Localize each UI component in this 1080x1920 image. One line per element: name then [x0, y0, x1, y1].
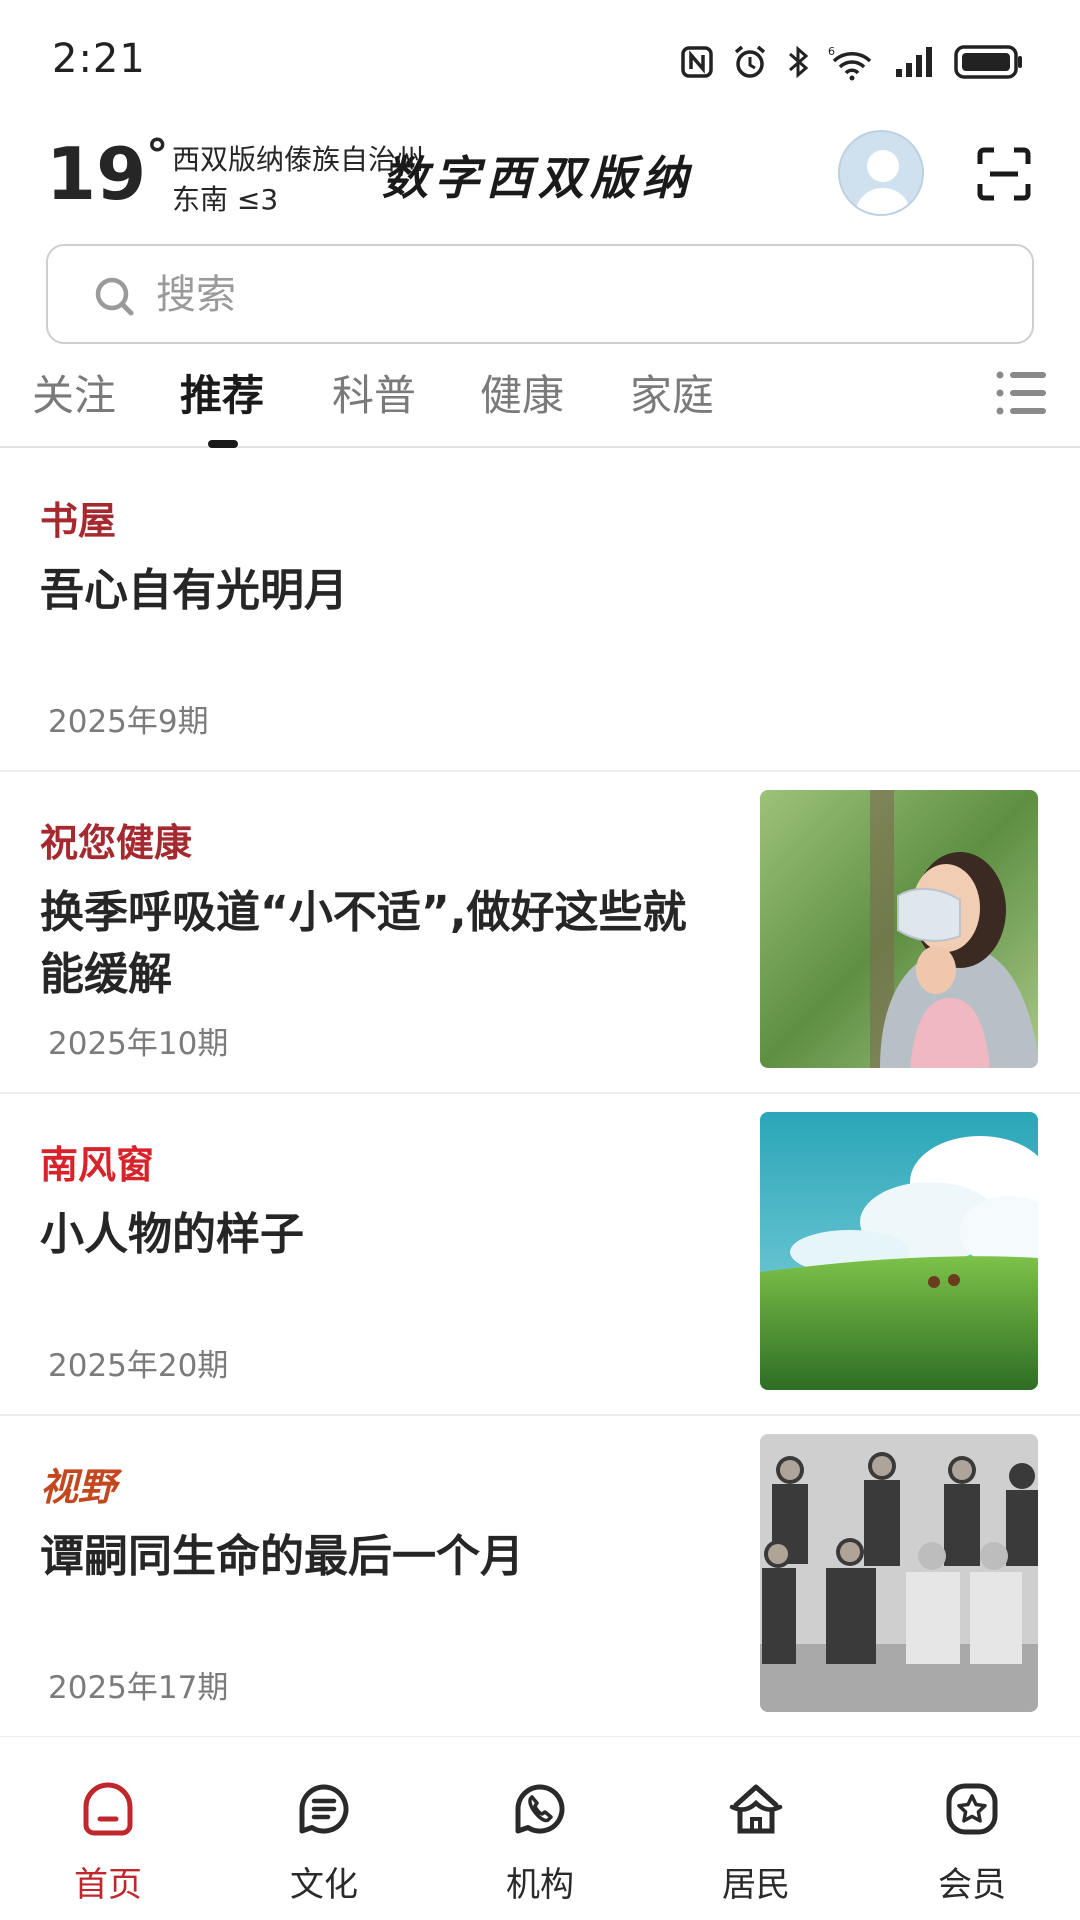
article-title: 谭嗣同生命的最后一个月	[40, 1531, 524, 1582]
nav-home[interactable]: 首页	[0, 1737, 216, 1920]
wifi-6-icon: 6	[828, 43, 876, 81]
tab-science[interactable]: 科普	[332, 362, 416, 423]
list-item[interactable]: 南风窗 小人物的样子 2025年20期	[0, 1094, 1080, 1416]
tab-recommend[interactable]: 推荐	[180, 362, 264, 423]
alarm-icon	[732, 44, 768, 80]
category-tabs: 关注 推荐 科普 健康 家庭	[0, 356, 1080, 448]
bluetooth-icon	[786, 44, 810, 80]
nav-culture[interactable]: 文化	[216, 1737, 432, 1920]
weather-wind: 东南 ≤3	[172, 183, 279, 216]
article-source: 南风窗	[40, 1142, 155, 1187]
article-thumbnail	[760, 1112, 1038, 1390]
article-title: 吾心自有光明月	[40, 565, 348, 616]
weather-temperature[interactable]: 19°	[46, 134, 168, 211]
article-issue: 2025年20期	[48, 1348, 229, 1384]
nav-member[interactable]: 会员	[864, 1737, 1080, 1920]
home-icon	[78, 1779, 138, 1839]
degree-symbol: °	[146, 130, 169, 181]
nav-institution[interactable]: 机构	[432, 1737, 648, 1920]
list-menu-icon[interactable]	[996, 370, 1048, 416]
list-item[interactable]: 书屋 吾心自有光明月 2025年9期	[0, 450, 1080, 772]
tab-health[interactable]: 健康	[480, 362, 564, 423]
member-star-icon	[942, 1779, 1002, 1839]
app-screen: 2:21 6 19° 西双版纳傣族自治州 东南 ≤3 数字西双版纳 搜索 关注 …	[0, 0, 1080, 1920]
article-thumbnail	[760, 1434, 1038, 1712]
nav-label: 会员	[938, 1865, 1006, 1905]
bottom-navigation: 首页 文化 机构 居民 会员	[0, 1736, 1080, 1920]
scan-icon[interactable]	[976, 146, 1032, 202]
culture-icon	[294, 1779, 354, 1839]
nav-label: 机构	[506, 1865, 574, 1905]
nav-label: 文化	[290, 1865, 358, 1905]
article-feed: 书屋 吾心自有光明月 2025年9期 祝您健康 换季呼吸道“小不适”,做好这些就…	[0, 450, 1080, 1738]
phone-icon	[510, 1779, 570, 1839]
nav-residents[interactable]: 居民	[648, 1737, 864, 1920]
status-time: 2:21	[52, 36, 146, 82]
article-issue: 2025年17期	[48, 1670, 229, 1706]
status-bar: 2:21 6	[0, 0, 1080, 120]
nfc-icon	[680, 45, 714, 79]
article-source: 视野	[40, 1464, 117, 1509]
svg-text:6: 6	[828, 45, 835, 58]
nav-label: 首页	[74, 1865, 142, 1905]
nav-label: 居民	[722, 1865, 790, 1905]
residents-icon	[726, 1779, 786, 1839]
tab-follow[interactable]: 关注	[32, 362, 116, 423]
app-logo: 数字西双版纳	[382, 151, 694, 205]
article-source: 祝您健康	[40, 820, 193, 865]
article-issue: 2025年10期	[48, 1026, 229, 1062]
search-input[interactable]	[156, 264, 976, 326]
article-source: 书屋	[40, 498, 117, 543]
article-title: 小人物的样子	[40, 1209, 304, 1260]
active-tab-indicator	[208, 440, 238, 448]
signal-icon	[894, 45, 936, 79]
status-icons: 6	[680, 40, 1024, 84]
list-item[interactable]: 祝您健康 换季呼吸道“小不适”,做好这些就能缓解 2025年10期	[0, 772, 1080, 1094]
tab-family[interactable]: 家庭	[630, 362, 714, 423]
battery-icon	[954, 45, 1024, 79]
user-avatar-icon[interactable]	[838, 130, 924, 216]
article-thumbnail	[760, 790, 1038, 1068]
temperature-value: 19	[46, 132, 147, 216]
search-bar[interactable]	[46, 244, 1034, 344]
app-header: 19° 西双版纳傣族自治州 东南 ≤3 数字西双版纳	[0, 120, 1080, 240]
article-issue: 2025年9期	[48, 704, 209, 740]
list-item[interactable]: 视野 谭嗣同生命的最后一个月 2025年17期	[0, 1416, 1080, 1738]
search-icon	[94, 276, 136, 322]
article-title: 换季呼吸道“小不适”,做好这些就能缓解	[40, 887, 687, 1000]
